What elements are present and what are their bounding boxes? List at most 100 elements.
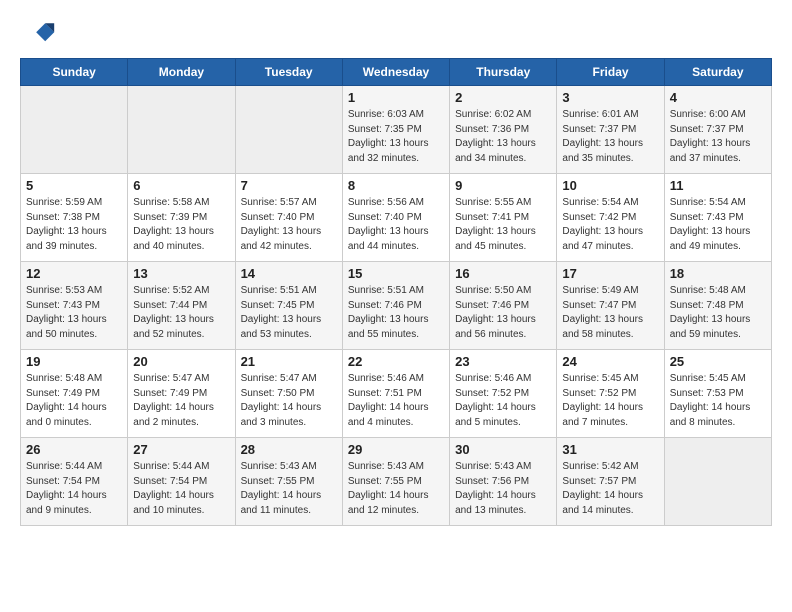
day-info: Sunrise: 5:44 AMSunset: 7:54 PMDaylight:… (133, 460, 229, 518)
day-number: 18 (670, 266, 766, 281)
day-number: 3 (562, 90, 658, 105)
calendar-week-row: 19 Sunrise: 5:48 AMSunset: 7:49 PMDayligh… (21, 350, 772, 438)
calendar-cell: 31 Sunrise: 5:42 AMSunset: 7:57 PMDayligh… (557, 438, 664, 526)
day-number: 15 (348, 266, 444, 281)
weekday-header: Sunday (21, 59, 128, 86)
day-number: 26 (26, 442, 122, 457)
calendar-cell (235, 86, 342, 174)
calendar-cell: 30 Sunrise: 5:43 AMSunset: 7:56 PMDayligh… (450, 438, 557, 526)
day-number: 28 (241, 442, 337, 457)
weekday-header: Tuesday (235, 59, 342, 86)
day-number: 23 (455, 354, 551, 369)
day-number: 8 (348, 178, 444, 193)
calendar-cell: 26 Sunrise: 5:44 AMSunset: 7:54 PMDayligh… (21, 438, 128, 526)
calendar-cell: 27 Sunrise: 5:44 AMSunset: 7:54 PMDayligh… (128, 438, 235, 526)
day-number: 22 (348, 354, 444, 369)
day-number: 31 (562, 442, 658, 457)
calendar-week-row: 5Sunrise: 5:59 AMSunset: 7:38 PMDaylight… (21, 174, 772, 262)
day-info: Sunrise: 5:54 AMSunset: 7:42 PMDaylight:… (562, 196, 658, 254)
calendar-cell: 24Sunrise: 5:45 AMSunset: 7:52 PMDayligh… (557, 350, 664, 438)
day-number: 14 (241, 266, 337, 281)
day-info: Sunrise: 5:57 AMSunset: 7:40 PMDaylight:… (241, 196, 337, 254)
day-info: Sunrise: 5:43 AMSunset: 7:55 PMDaylight:… (348, 460, 444, 518)
weekday-header: Monday (128, 59, 235, 86)
weekday-header: Wednesday (342, 59, 449, 86)
calendar-cell: 6 Sunrise: 5:58 AMSunset: 7:39 PMDaylight… (128, 174, 235, 262)
day-info: Sunrise: 5:53 AMSunset: 7:43 PMDaylight:… (26, 284, 122, 342)
calendar-cell: 14 Sunrise: 5:51 AMSunset: 7:45 PMDayligh… (235, 262, 342, 350)
day-info: Sunrise: 5:47 AMSunset: 7:50 PMDaylight:… (241, 372, 337, 430)
calendar-week-row: 26 Sunrise: 5:44 AMSunset: 7:54 PMDayligh… (21, 438, 772, 526)
day-info: Sunrise: 5:56 AMSunset: 7:40 PMDaylight:… (348, 196, 444, 254)
day-info: Sunrise: 5:43 AMSunset: 7:56 PMDaylight:… (455, 460, 551, 518)
logo-icon (20, 16, 56, 52)
calendar-cell: 3 Sunrise: 6:01 AMSunset: 7:37 PMDaylight… (557, 86, 664, 174)
day-info: Sunrise: 5:44 AMSunset: 7:54 PMDaylight:… (26, 460, 122, 518)
day-number: 21 (241, 354, 337, 369)
day-number: 27 (133, 442, 229, 457)
calendar-cell: 28 Sunrise: 5:43 AMSunset: 7:55 PMDayligh… (235, 438, 342, 526)
calendar-cell: 4 Sunrise: 6:00 AMSunset: 7:37 PMDaylight… (664, 86, 771, 174)
calendar-cell: 20 Sunrise: 5:47 AMSunset: 7:49 PMDayligh… (128, 350, 235, 438)
calendar-table: SundayMondayTuesdayWednesdayThursdayFrid… (20, 58, 772, 526)
day-number: 10 (562, 178, 658, 193)
calendar-cell: 2 Sunrise: 6:02 AMSunset: 7:36 PMDaylight… (450, 86, 557, 174)
day-number: 20 (133, 354, 229, 369)
logo (20, 16, 60, 52)
day-info: Sunrise: 5:50 AMSunset: 7:46 PMDaylight:… (455, 284, 551, 342)
day-info: Sunrise: 6:01 AMSunset: 7:37 PMDaylight:… (562, 108, 658, 166)
day-info: Sunrise: 5:55 AMSunset: 7:41 PMDaylight:… (455, 196, 551, 254)
calendar-cell: 8 Sunrise: 5:56 AMSunset: 7:40 PMDaylight… (342, 174, 449, 262)
calendar-week-row: 12Sunrise: 5:53 AMSunset: 7:43 PMDayligh… (21, 262, 772, 350)
day-number: 17 (562, 266, 658, 281)
day-info: Sunrise: 6:02 AMSunset: 7:36 PMDaylight:… (455, 108, 551, 166)
calendar-cell: 22Sunrise: 5:46 AMSunset: 7:51 PMDayligh… (342, 350, 449, 438)
weekday-header: Saturday (664, 59, 771, 86)
weekday-header: Thursday (450, 59, 557, 86)
calendar-cell: 1Sunrise: 6:03 AMSunset: 7:35 PMDaylight… (342, 86, 449, 174)
day-info: Sunrise: 5:52 AMSunset: 7:44 PMDaylight:… (133, 284, 229, 342)
day-info: Sunrise: 5:43 AMSunset: 7:55 PMDaylight:… (241, 460, 337, 518)
calendar-cell: 12Sunrise: 5:53 AMSunset: 7:43 PMDayligh… (21, 262, 128, 350)
page-header (20, 16, 772, 52)
day-info: Sunrise: 5:45 AMSunset: 7:52 PMDaylight:… (562, 372, 658, 430)
calendar-cell: 13 Sunrise: 5:52 AMSunset: 7:44 PMDayligh… (128, 262, 235, 350)
day-number: 1 (348, 90, 444, 105)
calendar-cell: 10 Sunrise: 5:54 AMSunset: 7:42 PMDayligh… (557, 174, 664, 262)
day-info: Sunrise: 5:51 AMSunset: 7:45 PMDaylight:… (241, 284, 337, 342)
day-number: 6 (133, 178, 229, 193)
calendar-body: 1Sunrise: 6:03 AMSunset: 7:35 PMDaylight… (21, 86, 772, 526)
calendar-header: SundayMondayTuesdayWednesdayThursdayFrid… (21, 59, 772, 86)
day-number: 25 (670, 354, 766, 369)
day-number: 19 (26, 354, 122, 369)
calendar-cell: 25 Sunrise: 5:45 AMSunset: 7:53 PMDayligh… (664, 350, 771, 438)
day-number: 2 (455, 90, 551, 105)
day-info: Sunrise: 5:49 AMSunset: 7:47 PMDaylight:… (562, 284, 658, 342)
day-info: Sunrise: 5:58 AMSunset: 7:39 PMDaylight:… (133, 196, 229, 254)
day-info: Sunrise: 5:45 AMSunset: 7:53 PMDaylight:… (670, 372, 766, 430)
calendar-cell (128, 86, 235, 174)
calendar-cell: 21 Sunrise: 5:47 AMSunset: 7:50 PMDayligh… (235, 350, 342, 438)
day-info: Sunrise: 5:47 AMSunset: 7:49 PMDaylight:… (133, 372, 229, 430)
calendar-cell: 16Sunrise: 5:50 AMSunset: 7:46 PMDayligh… (450, 262, 557, 350)
day-number: 7 (241, 178, 337, 193)
calendar-cell: 19 Sunrise: 5:48 AMSunset: 7:49 PMDayligh… (21, 350, 128, 438)
calendar-cell: 17 Sunrise: 5:49 AMSunset: 7:47 PMDayligh… (557, 262, 664, 350)
calendar-cell: 18 Sunrise: 5:48 AMSunset: 7:48 PMDayligh… (664, 262, 771, 350)
calendar-cell: 11Sunrise: 5:54 AMSunset: 7:43 PMDayligh… (664, 174, 771, 262)
calendar-cell: 5Sunrise: 5:59 AMSunset: 7:38 PMDaylight… (21, 174, 128, 262)
day-info: Sunrise: 5:48 AMSunset: 7:49 PMDaylight:… (26, 372, 122, 430)
day-number: 4 (670, 90, 766, 105)
calendar-cell: 23 Sunrise: 5:46 AMSunset: 7:52 PMDayligh… (450, 350, 557, 438)
day-info: Sunrise: 6:00 AMSunset: 7:37 PMDaylight:… (670, 108, 766, 166)
day-number: 13 (133, 266, 229, 281)
day-info: Sunrise: 5:48 AMSunset: 7:48 PMDaylight:… (670, 284, 766, 342)
day-number: 30 (455, 442, 551, 457)
day-number: 9 (455, 178, 551, 193)
calendar-cell: 15 Sunrise: 5:51 AMSunset: 7:46 PMDayligh… (342, 262, 449, 350)
day-info: Sunrise: 5:51 AMSunset: 7:46 PMDaylight:… (348, 284, 444, 342)
calendar-cell (664, 438, 771, 526)
day-info: Sunrise: 5:46 AMSunset: 7:52 PMDaylight:… (455, 372, 551, 430)
day-info: Sunrise: 5:42 AMSunset: 7:57 PMDaylight:… (562, 460, 658, 518)
weekday-header: Friday (557, 59, 664, 86)
